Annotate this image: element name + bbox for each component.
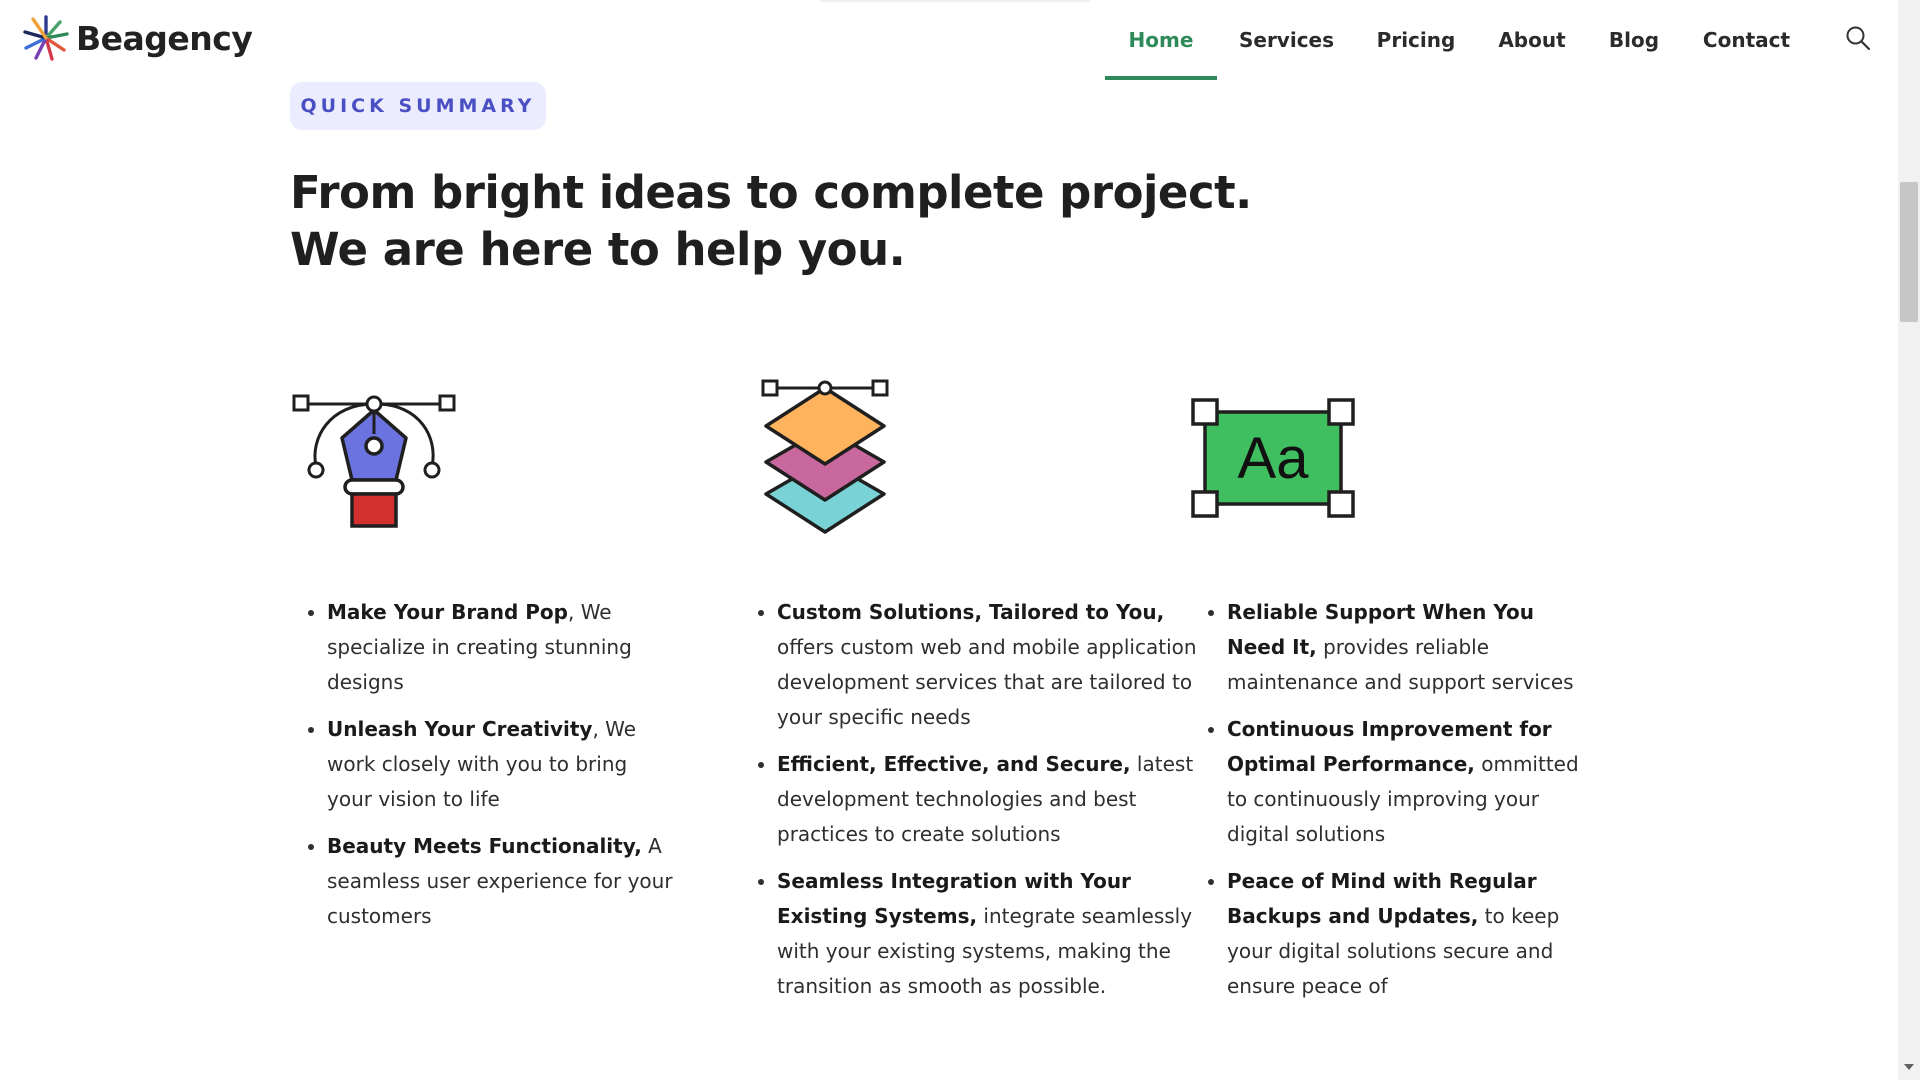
list-item: Efficient, Effective, and Secure, latest…: [777, 747, 1217, 852]
list-item: Reliable Support When You Need It, provi…: [1227, 595, 1592, 700]
site-header: Beagency Home Services Pricing About Blo…: [0, 0, 1898, 80]
nav-services[interactable]: Services: [1217, 0, 1356, 80]
typography-icon: Aa: [1191, 398, 1355, 518]
typography-icon-text: Aa: [1238, 426, 1310, 491]
search-icon[interactable]: [1844, 24, 1872, 52]
list-item: Unleash Your Creativity, We work closely…: [327, 712, 677, 817]
nav-contact[interactable]: Contact: [1680, 0, 1813, 80]
section-badge: QUICK SUMMARY: [290, 82, 546, 130]
pen-tool-icon: [292, 394, 456, 528]
nav-pricing[interactable]: Pricing: [1356, 0, 1476, 80]
section-headline: From bright ideas to complete project. W…: [290, 164, 1270, 278]
main-nav: Home Services Pricing About Blog Contact: [1105, 0, 1813, 80]
list-item: Peace of Mind with Regular Backups and U…: [1227, 864, 1592, 1004]
headline-line-2: We are here to help you.: [290, 223, 906, 276]
nav-about[interactable]: About: [1476, 0, 1588, 80]
headline-line-1: From bright ideas to complete project.: [290, 166, 1252, 219]
list-item: Custom Solutions, Tailored to You, offer…: [777, 595, 1217, 735]
logo[interactable]: Beagency: [22, 14, 253, 62]
nav-blog[interactable]: Blog: [1588, 0, 1680, 80]
layers-icon: [761, 379, 889, 534]
feature-list-support: Reliable Support When You Need It, provi…: [1190, 595, 1592, 1016]
feature-list-design: Make Your Brand Pop, We specialize in cr…: [290, 595, 677, 946]
list-item: Make Your Brand Pop, We specialize in cr…: [327, 595, 677, 700]
starburst-logo-icon: [23, 15, 69, 61]
scroll-down-arrow-icon[interactable]: [1904, 1064, 1914, 1070]
header-shadow: [820, 0, 1090, 3]
list-item: Continuous Improvement for Optimal Perfo…: [1227, 712, 1592, 852]
scrollbar-thumb[interactable]: [1900, 182, 1918, 322]
page-scrollbar[interactable]: [1898, 0, 1920, 1080]
list-item: Beauty Meets Functionality, A seamless u…: [327, 829, 677, 934]
list-item: Seamless Integration with Your Existing …: [777, 864, 1217, 1004]
brand-name: Beagency: [76, 18, 253, 58]
feature-list-development: Custom Solutions, Tailored to You, offer…: [740, 595, 1217, 1016]
nav-home[interactable]: Home: [1105, 0, 1217, 80]
